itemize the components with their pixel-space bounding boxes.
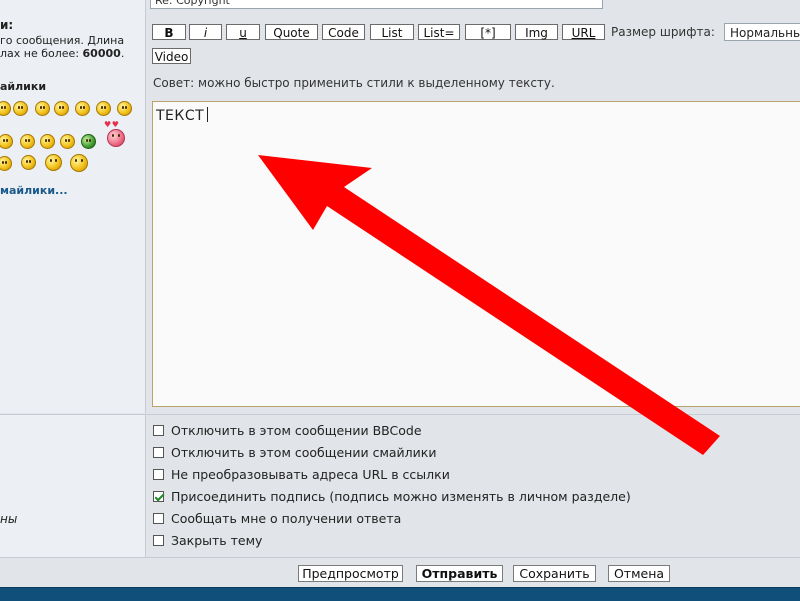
sidebar-length-line1: го сообщения. Длина xyxy=(0,34,125,47)
smiley-love-icon[interactable] xyxy=(107,129,125,147)
option-label: Отключить в этом сообщении смайлики xyxy=(171,445,437,460)
page-footer-strip xyxy=(0,587,800,601)
cancel-button[interactable]: Отмена xyxy=(608,565,670,582)
smiley-cool-icon[interactable] xyxy=(13,101,28,116)
quote-button[interactable]: Quote xyxy=(265,24,318,40)
option-label: Сообщать мне о получении ответа xyxy=(171,511,402,526)
underline-button[interactable]: u xyxy=(226,24,260,40)
smiley-sad-icon[interactable] xyxy=(60,134,75,149)
message-text-content: ТЕКСТ xyxy=(156,108,205,124)
option-no-url-links[interactable]: Не преобразовывать адреса URL в ссылки xyxy=(153,468,450,482)
subject-field[interactable]: Re: Copyright xyxy=(150,0,603,9)
option-disable-smileys[interactable]: Отключить в этом сообщении смайлики xyxy=(153,446,436,460)
smiley-glasses-icon[interactable] xyxy=(117,101,132,116)
video-button[interactable]: Video xyxy=(152,48,191,64)
sidebar-length-suffix: . xyxy=(120,47,125,60)
code-button[interactable]: Code xyxy=(322,24,365,40)
option-label: Отключить в этом сообщении BBCode xyxy=(171,423,422,438)
option-notify-reply[interactable]: Сообщать мне о получении ответа xyxy=(153,512,401,526)
checkbox-lock-topic[interactable] xyxy=(153,535,164,546)
smiley-happy-icon[interactable] xyxy=(70,154,88,172)
checkbox-attach-signature[interactable] xyxy=(153,491,164,502)
options-sidebar-label: ны xyxy=(0,512,18,526)
smiley-idea-icon[interactable] xyxy=(20,134,35,149)
sidebar-message-heading: и: xyxy=(0,18,14,32)
smiley-grin-icon[interactable] xyxy=(35,101,50,116)
option-disable-bbcode[interactable]: Отключить в этом сообщении BBCode xyxy=(153,424,422,438)
save-button[interactable]: Сохранить xyxy=(513,565,596,582)
option-label: Не преобразовывать адреса URL в ссылки xyxy=(171,467,450,482)
hearts-icon: ♥ ♥ xyxy=(104,120,119,129)
smiley-green-icon[interactable] xyxy=(81,134,96,149)
italic-button[interactable]: i xyxy=(189,24,222,40)
option-lock-topic[interactable]: Закрыть тему xyxy=(153,534,262,548)
sidebar-length-line2: лах не более: 60000. xyxy=(0,47,124,60)
list-ordered-button[interactable]: List= xyxy=(418,24,460,40)
checkbox-disable-smileys[interactable] xyxy=(153,447,164,458)
checkbox-disable-bbcode[interactable] xyxy=(153,425,164,436)
smiley-arrow-icon[interactable] xyxy=(40,134,55,149)
bold-button[interactable]: B xyxy=(152,24,186,40)
message-textarea[interactable]: ТЕКСТ xyxy=(152,101,800,407)
smiley-tongue-icon[interactable] xyxy=(75,101,90,116)
more-smileys-link[interactable]: майлики... xyxy=(0,184,68,197)
img-button[interactable]: Img xyxy=(515,24,558,40)
preview-button[interactable]: Предпросмотр xyxy=(298,565,403,582)
list-item-button[interactable]: [*] xyxy=(465,24,511,40)
submit-button[interactable]: Отправить xyxy=(416,565,503,582)
checkbox-no-url-links[interactable] xyxy=(153,469,164,480)
smiley-blush-icon[interactable] xyxy=(21,155,36,170)
url-button[interactable]: URL xyxy=(562,24,605,40)
sidebar-length-max: 60000 xyxy=(82,47,121,60)
smiley-laugh-icon[interactable] xyxy=(54,101,69,116)
smiley-surprised-icon[interactable] xyxy=(45,154,62,171)
smiley-wink-icon[interactable] xyxy=(96,101,111,116)
font-size-label: Размер шрифта: xyxy=(611,25,715,39)
formatting-tip: Совет: можно быстро применить стили к вы… xyxy=(153,76,555,90)
sidebar-length-prefix: лах не более: xyxy=(0,47,83,60)
option-label: Присоединить подпись (подпись можно изме… xyxy=(171,489,631,504)
option-label: Закрыть тему xyxy=(171,533,263,548)
option-attach-signature[interactable]: Присоединить подпись (подпись можно изме… xyxy=(153,490,631,504)
message-text: ТЕКСТ xyxy=(156,107,209,124)
sidebar-panel xyxy=(0,0,146,413)
options-sidebar-panel xyxy=(0,414,146,557)
text-caret xyxy=(207,107,209,122)
smileys-title: айлики xyxy=(0,80,47,93)
list-button[interactable]: List xyxy=(370,24,414,40)
font-size-select[interactable]: Нормальный xyxy=(724,23,800,41)
checkbox-notify-reply[interactable] xyxy=(153,513,164,524)
